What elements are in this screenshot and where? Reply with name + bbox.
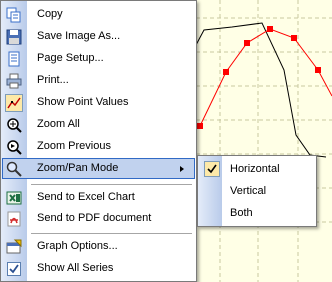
menu-item-label: Save Image As...	[37, 30, 121, 42]
red-series-point	[223, 69, 229, 75]
menu-separator	[31, 233, 192, 234]
printer-icon	[5, 72, 23, 90]
submenu-item-label: Vertical	[230, 185, 267, 197]
magnifier-icon	[5, 160, 23, 178]
point-values-icon	[5, 94, 23, 112]
menu-item-copy[interactable]: Copy	[2, 4, 195, 25]
menu-item-send-to-pdf-document[interactable]: Send to PDF document	[2, 208, 195, 229]
menu-item-send-to-excel-chart[interactable]: Send to Excel Chart	[2, 187, 195, 208]
submenu-item-label: Both	[230, 207, 253, 219]
pdf-icon	[5, 210, 23, 228]
menu-item-label: Send to Excel Chart	[37, 191, 135, 203]
checkbox-checked-icon	[5, 260, 23, 278]
menu-item-save-image-as[interactable]: Save Image As...	[2, 26, 195, 47]
zoom-previous-icon	[5, 138, 23, 156]
graph-options-icon	[5, 238, 23, 256]
menu-item-label: Page Setup...	[37, 52, 104, 64]
red-series-point	[315, 67, 321, 73]
menu-item-label: Copy	[37, 8, 63, 20]
menu-item-graph-options[interactable]: Graph Options...	[2, 236, 195, 257]
zoom-all-icon	[5, 116, 23, 134]
submenu-item-vertical[interactable]: Vertical	[199, 181, 315, 202]
copy-icon	[5, 6, 23, 24]
check-mark-icon	[204, 161, 220, 177]
submenu-item-label: Horizontal	[230, 163, 280, 175]
menu-item-label: Zoom All	[37, 118, 80, 130]
context-menu: Copy Save Image As... Page Setup... Prin…	[0, 0, 197, 282]
red-series-point	[291, 35, 297, 41]
menu-separator	[31, 184, 192, 185]
submenu-arrow-icon	[180, 166, 184, 172]
excel-icon	[5, 189, 23, 207]
menu-item-label: Send to PDF document	[37, 212, 152, 224]
page-setup-icon	[5, 50, 23, 68]
menu-item-show-all-series[interactable]: Show All Series	[2, 258, 195, 279]
menu-item-label: Graph Options...	[37, 240, 118, 252]
menu-item-label: Zoom/Pan Mode	[37, 162, 119, 174]
menu-item-show-point-values[interactable]: Show Point Values	[2, 92, 195, 113]
menu-item-print[interactable]: Print...	[2, 70, 195, 91]
red-series-point	[267, 26, 273, 32]
submenu-item-horizontal[interactable]: Horizontal	[199, 159, 315, 180]
submenu-item-both[interactable]: Both	[199, 203, 315, 224]
red-series-point	[244, 40, 250, 46]
floppy-disk-icon	[5, 28, 23, 46]
red-series-point	[197, 123, 203, 129]
menu-item-page-setup[interactable]: Page Setup...	[2, 48, 195, 69]
menu-item-label: Zoom Previous	[37, 140, 111, 152]
menu-item-zoom-pan-mode[interactable]: Zoom/Pan Mode	[2, 158, 195, 179]
menu-item-label: Print...	[37, 74, 69, 86]
menu-item-zoom-previous[interactable]: Zoom Previous	[2, 136, 195, 157]
menu-item-zoom-all[interactable]: Zoom All	[2, 114, 195, 135]
menu-item-label: Show All Series	[37, 262, 114, 274]
menu-item-label: Show Point Values	[37, 96, 129, 108]
zoom-pan-submenu: Horizontal Vertical Both	[197, 155, 317, 227]
